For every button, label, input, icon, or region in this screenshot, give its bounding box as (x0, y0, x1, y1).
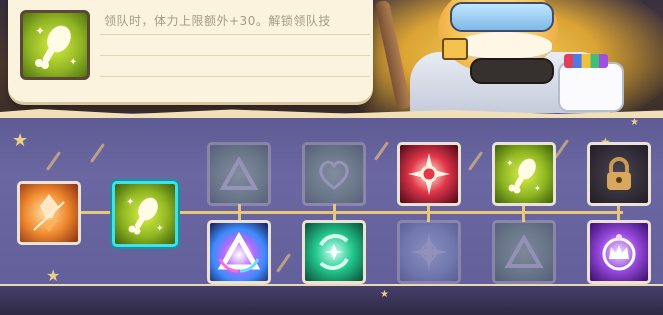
svg-text:✦: ✦ (506, 159, 514, 169)
game-scene: ✦ ✦ 领队时，体力上限额外+30。解锁领队技 ★ ★ ★ ★ ★ (0, 0, 663, 315)
tooltip-description: 领队时，体力上限额外+30。解锁领队技 (104, 14, 331, 28)
skill-node-lower-5[interactable] (587, 220, 651, 284)
skill-node-selected[interactable]: ✦ ✦ (112, 181, 178, 247)
connector-line (80, 211, 114, 214)
svg-text:✦: ✦ (126, 197, 134, 208)
svg-text:✦: ✦ (69, 57, 77, 68)
star-icon: ★ (12, 130, 29, 151)
skill-tooltip: ✦ ✦ 领队时，体力上限额外+30。解锁领队技 (8, 0, 373, 102)
skill-node-lower-2[interactable] (302, 220, 366, 284)
drumstick-sparkle-icon: ✦ ✦ (495, 145, 553, 203)
skill-node-root[interactable] (17, 181, 81, 245)
star-icon: ★ (46, 266, 61, 285)
padlock-icon (590, 145, 648, 203)
star-icon: ★ (380, 289, 389, 300)
crown-orb-icon (590, 223, 648, 281)
svg-text:✦: ✦ (534, 184, 541, 193)
triangle-rune-icon (210, 145, 268, 203)
skill-node-lower-4[interactable] (492, 220, 556, 284)
banner-bottom (0, 286, 663, 315)
badge-icon (442, 38, 468, 60)
snowflake-burst-icon (400, 223, 458, 281)
glasses (450, 2, 554, 32)
skill-node-upper-5[interactable] (587, 142, 651, 206)
skill-node-upper-2[interactable] (302, 142, 366, 206)
skill-node-lower-3[interactable] (397, 220, 461, 284)
moustache (456, 32, 552, 58)
triangle-rune-icon (495, 223, 553, 281)
tooltip-rule (100, 55, 370, 56)
skill-node-upper-4[interactable]: ✦ ✦ (492, 142, 556, 206)
fire-crystal-icon (20, 184, 78, 242)
belt (470, 58, 554, 84)
compass-burst-icon (400, 145, 458, 203)
rainbow-triangle-icon (210, 223, 268, 281)
drumstick-sparkle-icon: ✦ ✦ (115, 184, 175, 244)
star-icon: ★ (630, 117, 639, 128)
tooltip-rule (100, 34, 370, 35)
heart-icon (305, 145, 363, 203)
drumstick-sparkle-icon: ✦ ✦ (20, 10, 90, 80)
connector-line (178, 211, 623, 214)
tooltip-rule (100, 76, 370, 77)
character-portrait (374, 0, 650, 122)
skill-node-lower-1[interactable] (207, 220, 271, 284)
svg-text:✦: ✦ (35, 24, 45, 38)
shoulder-bag (558, 62, 624, 112)
colored-pencils (564, 54, 608, 68)
skill-node-upper-3[interactable] (397, 142, 461, 206)
swirl-orb-icon (305, 223, 363, 281)
svg-text:✦: ✦ (156, 224, 164, 234)
skill-node-upper-1[interactable] (207, 142, 271, 206)
